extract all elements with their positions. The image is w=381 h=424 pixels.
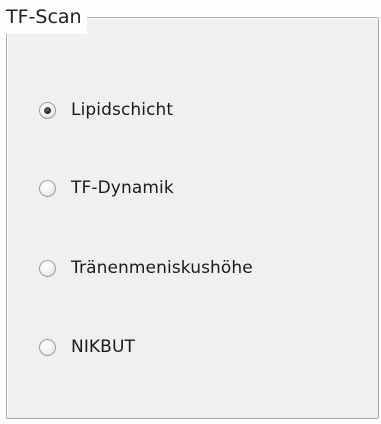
option-lipidschicht[interactable]: Lipidschicht <box>39 96 173 124</box>
option-nikbut[interactable]: NIKBUT <box>39 333 135 361</box>
radio-button-icon[interactable] <box>39 259 56 277</box>
option-label: NIKBUT <box>71 337 135 357</box>
radio-selected-dot-icon <box>44 106 51 114</box>
group-title: TF-Scan <box>2 0 87 34</box>
radio-button-icon[interactable] <box>39 179 56 197</box>
radio-button-icon[interactable] <box>39 101 56 119</box>
tf-scan-groupbox: Lipidschicht TF-Dynamik Tränenmeniskushö… <box>6 17 379 419</box>
radio-button-icon[interactable] <box>39 338 56 356</box>
option-traenenmeniskushoehe[interactable]: Tränenmeniskushöhe <box>39 254 253 282</box>
option-tf-dynamik[interactable]: TF-Dynamik <box>39 174 174 202</box>
option-label: Tränenmeniskushöhe <box>71 258 253 278</box>
option-label: TF-Dynamik <box>71 178 174 198</box>
option-label: Lipidschicht <box>71 100 174 120</box>
